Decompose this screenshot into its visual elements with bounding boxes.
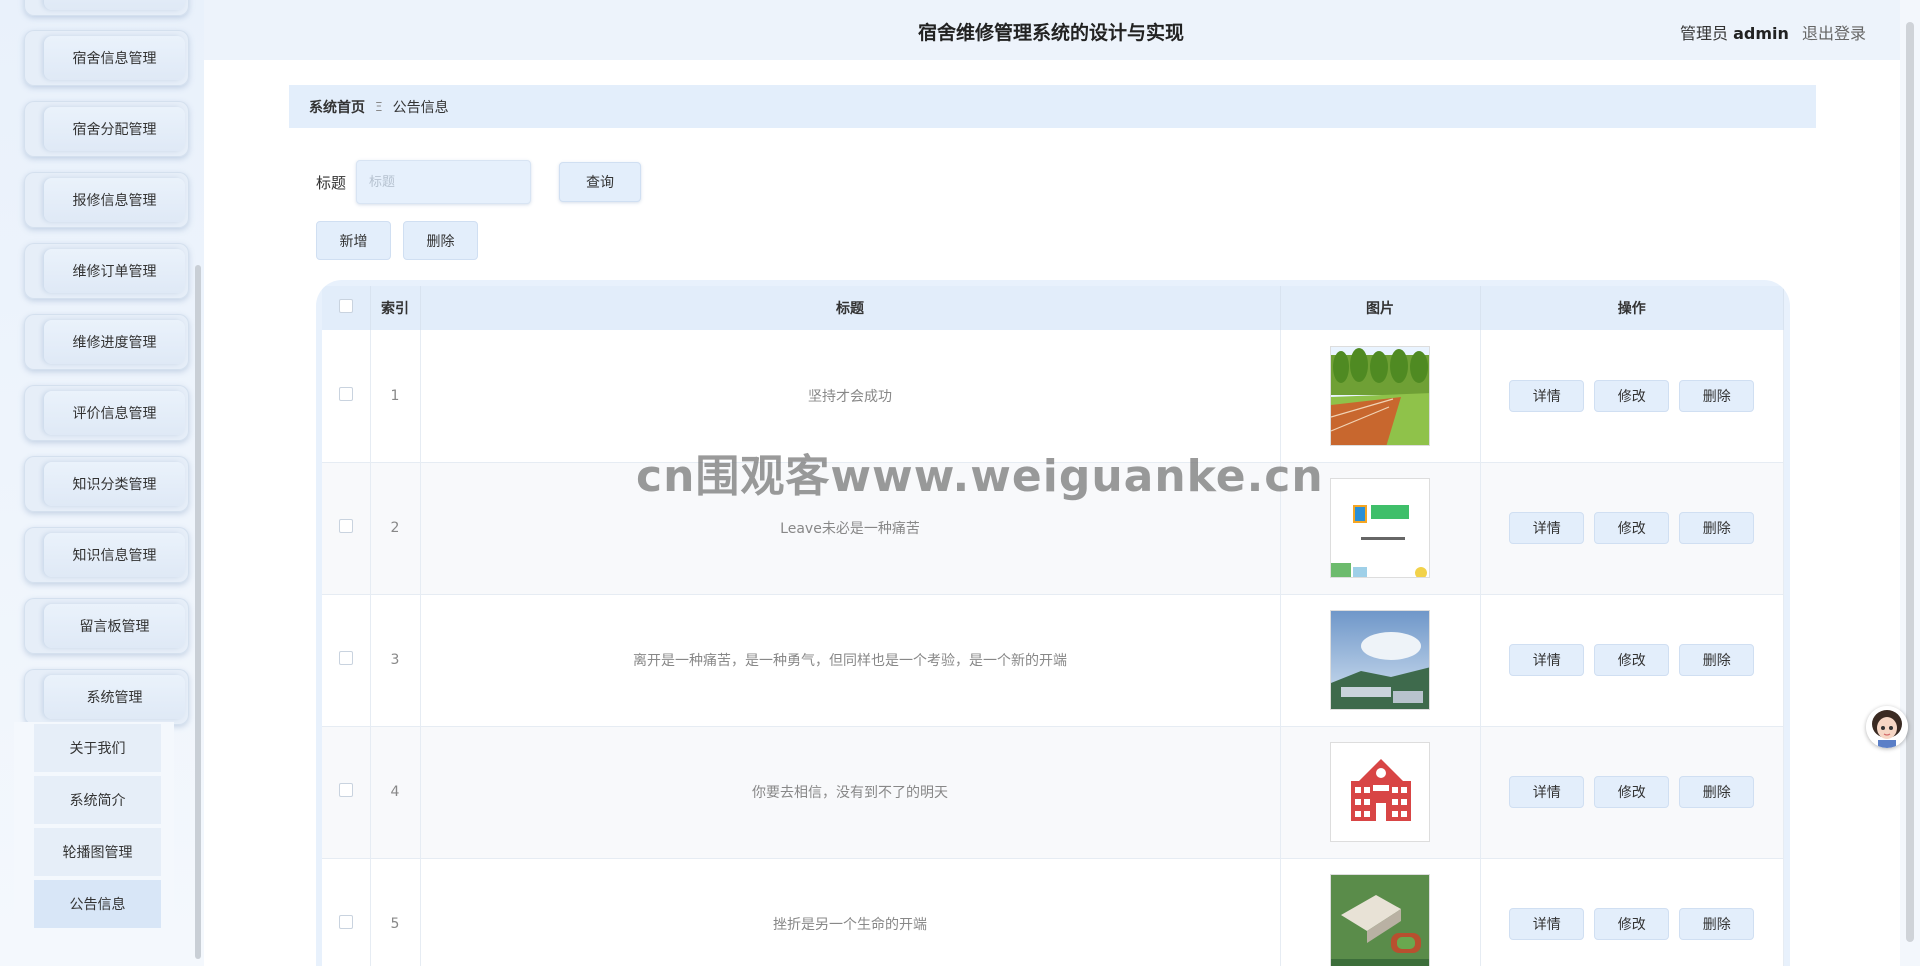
- submenu-item-carousel[interactable]: 轮播图管理: [34, 828, 161, 876]
- sidebar-item-repair-info[interactable]: 报修信息管理: [24, 172, 189, 228]
- detail-button[interactable]: 详情: [1509, 776, 1585, 808]
- header: 宿舍维修管理系统的设计与实现 管理员 admin 退出登录: [204, 0, 1900, 60]
- campus-aerial-photo[interactable]: [1330, 874, 1430, 966]
- table-row: 4 你要去相信，没有到不了的明天 详情 修改 删除: [322, 726, 1784, 859]
- row-title: 离开是一种痛苦，是一种勇气，但同样也是一个考验，是一个新的开端: [420, 594, 1281, 727]
- sidebar-item-dorm-info[interactable]: [24, 0, 189, 16]
- row-title: Leave未必是一种痛苦: [420, 462, 1281, 595]
- main-content: 系统首页 Ξ 公告信息 标题 查询 新增 删除 索引 标题 图片 操作: [204, 60, 1900, 966]
- breadcrumb-separator-icon: Ξ: [375, 99, 383, 114]
- sidebar-item-repair-order[interactable]: 维修订单管理: [24, 243, 189, 299]
- submenu-item-notice[interactable]: 公告信息: [34, 880, 161, 928]
- sidebar-item-knowledge-category[interactable]: 知识分类管理: [24, 456, 189, 512]
- row-index: 1: [370, 330, 421, 463]
- sidebar-item-knowledge-info[interactable]: 知识信息管理: [24, 527, 189, 583]
- search-button[interactable]: 查询: [559, 162, 642, 202]
- edit-button[interactable]: 修改: [1594, 776, 1670, 808]
- action-row: 新增 删除: [316, 221, 478, 260]
- campus-sky-photo[interactable]: [1330, 610, 1430, 710]
- edit-button[interactable]: 修改: [1594, 644, 1670, 676]
- submenu-item-intro[interactable]: 系统简介: [34, 776, 161, 824]
- edit-button[interactable]: 修改: [1594, 512, 1670, 544]
- assistant-avatar-icon[interactable]: [1866, 706, 1908, 748]
- sidebar-item-evaluation[interactable]: 评价信息管理: [24, 385, 189, 441]
- row-title: 坚持才会成功: [420, 330, 1281, 463]
- sidebar-item-message-board[interactable]: 留言板管理: [24, 598, 189, 654]
- table-row: 5 挫折是另一个生命的开端 详情 修改 删除: [322, 858, 1784, 966]
- select-all-checkbox[interactable]: [338, 299, 353, 313]
- row-title: 挫折是另一个生命的开端: [420, 858, 1281, 966]
- search-row: 标题 查询: [316, 160, 642, 204]
- header-image: 图片: [1280, 286, 1481, 330]
- detail-button[interactable]: 详情: [1509, 379, 1585, 412]
- batch-delete-button[interactable]: 删除: [403, 221, 478, 260]
- breadcrumb-current: 公告信息: [392, 99, 449, 116]
- detail-button[interactable]: 详情: [1509, 512, 1585, 544]
- detail-button[interactable]: 详情: [1509, 908, 1585, 940]
- row-index: 5: [370, 858, 421, 966]
- user-area: 管理员 admin 退出登录: [1680, 20, 1866, 44]
- delete-button[interactable]: 删除: [1679, 644, 1755, 676]
- table-row: 1 坚持才会成功 详情 修改 删除: [322, 330, 1784, 463]
- sidebar-scrollbar[interactable]: [195, 265, 201, 959]
- sidebar-item-dorm-allocation[interactable]: 宿舍分配管理: [24, 101, 189, 157]
- user-role: 管理员: [1679, 24, 1728, 43]
- table-header-row: 索引 标题 图片 操作: [322, 286, 1784, 330]
- breadcrumb: 系统首页 Ξ 公告信息: [289, 85, 1816, 128]
- sidebar-submenu: 关于我们 系统简介 轮播图管理 公告信息: [14, 722, 174, 932]
- sidebar: 宿舍信息管理 宿舍分配管理 报修信息管理 维修订单管理 维修进度管理 评价信息管…: [0, 0, 204, 966]
- table-row: 3 离开是一种痛苦，是一种勇气，但同样也是一个考验，是一个新的开端 详情 修改 …: [322, 594, 1784, 727]
- delete-button[interactable]: 删除: [1679, 908, 1755, 940]
- study-logo-image[interactable]: [1330, 478, 1430, 578]
- select-all-cell: [322, 286, 371, 330]
- header-ops: 操作: [1480, 286, 1784, 330]
- notice-table: 索引 标题 图片 操作 1 坚持才会成功 详情 修改 删除 2 Leave未必是…: [322, 286, 1784, 966]
- app-title: 宿舍维修管理系统的设计与实现: [918, 22, 1185, 44]
- school-building-icon[interactable]: [1330, 742, 1430, 842]
- delete-button[interactable]: 删除: [1679, 512, 1755, 544]
- row-index: 4: [370, 726, 421, 859]
- row-checkbox[interactable]: [338, 386, 353, 401]
- logout-link[interactable]: 退出登录: [1802, 24, 1866, 43]
- row-index: 3: [370, 594, 421, 727]
- edit-button[interactable]: 修改: [1594, 908, 1670, 940]
- row-checkbox[interactable]: [338, 783, 353, 797]
- sidebar-item-system[interactable]: 系统管理: [24, 669, 189, 725]
- running-track-photo[interactable]: [1330, 345, 1430, 446]
- submenu-item-about[interactable]: 关于我们: [34, 724, 161, 772]
- page-scrollbar[interactable]: [1906, 22, 1914, 942]
- delete-button[interactable]: 删除: [1679, 776, 1755, 808]
- delete-button[interactable]: 删除: [1679, 379, 1755, 412]
- row-title: 你要去相信，没有到不了的明天: [420, 726, 1281, 859]
- user-name: admin: [1733, 24, 1789, 43]
- row-checkbox[interactable]: [338, 651, 353, 665]
- breadcrumb-home[interactable]: 系统首页: [309, 97, 365, 117]
- table-row: 2 Leave未必是一种痛苦 详情 修改 删除: [322, 462, 1784, 595]
- sidebar-item-repair-progress[interactable]: 维修进度管理: [24, 314, 189, 370]
- row-checkbox[interactable]: [338, 915, 353, 929]
- edit-button[interactable]: 修改: [1594, 379, 1670, 412]
- row-checkbox[interactable]: [338, 519, 353, 533]
- search-label: 标题: [316, 173, 347, 192]
- header-index: 索引: [370, 286, 421, 330]
- add-button[interactable]: 新增: [316, 221, 391, 260]
- sidebar-item-dorm-info[interactable]: 宿舍信息管理: [24, 30, 189, 86]
- row-index: 2: [370, 462, 421, 595]
- notice-table-container: 索引 标题 图片 操作 1 坚持才会成功 详情 修改 删除 2 Leave未必是…: [316, 280, 1790, 966]
- detail-button[interactable]: 详情: [1509, 644, 1585, 676]
- header-title: 标题: [420, 286, 1281, 330]
- title-search-input[interactable]: [356, 160, 532, 204]
